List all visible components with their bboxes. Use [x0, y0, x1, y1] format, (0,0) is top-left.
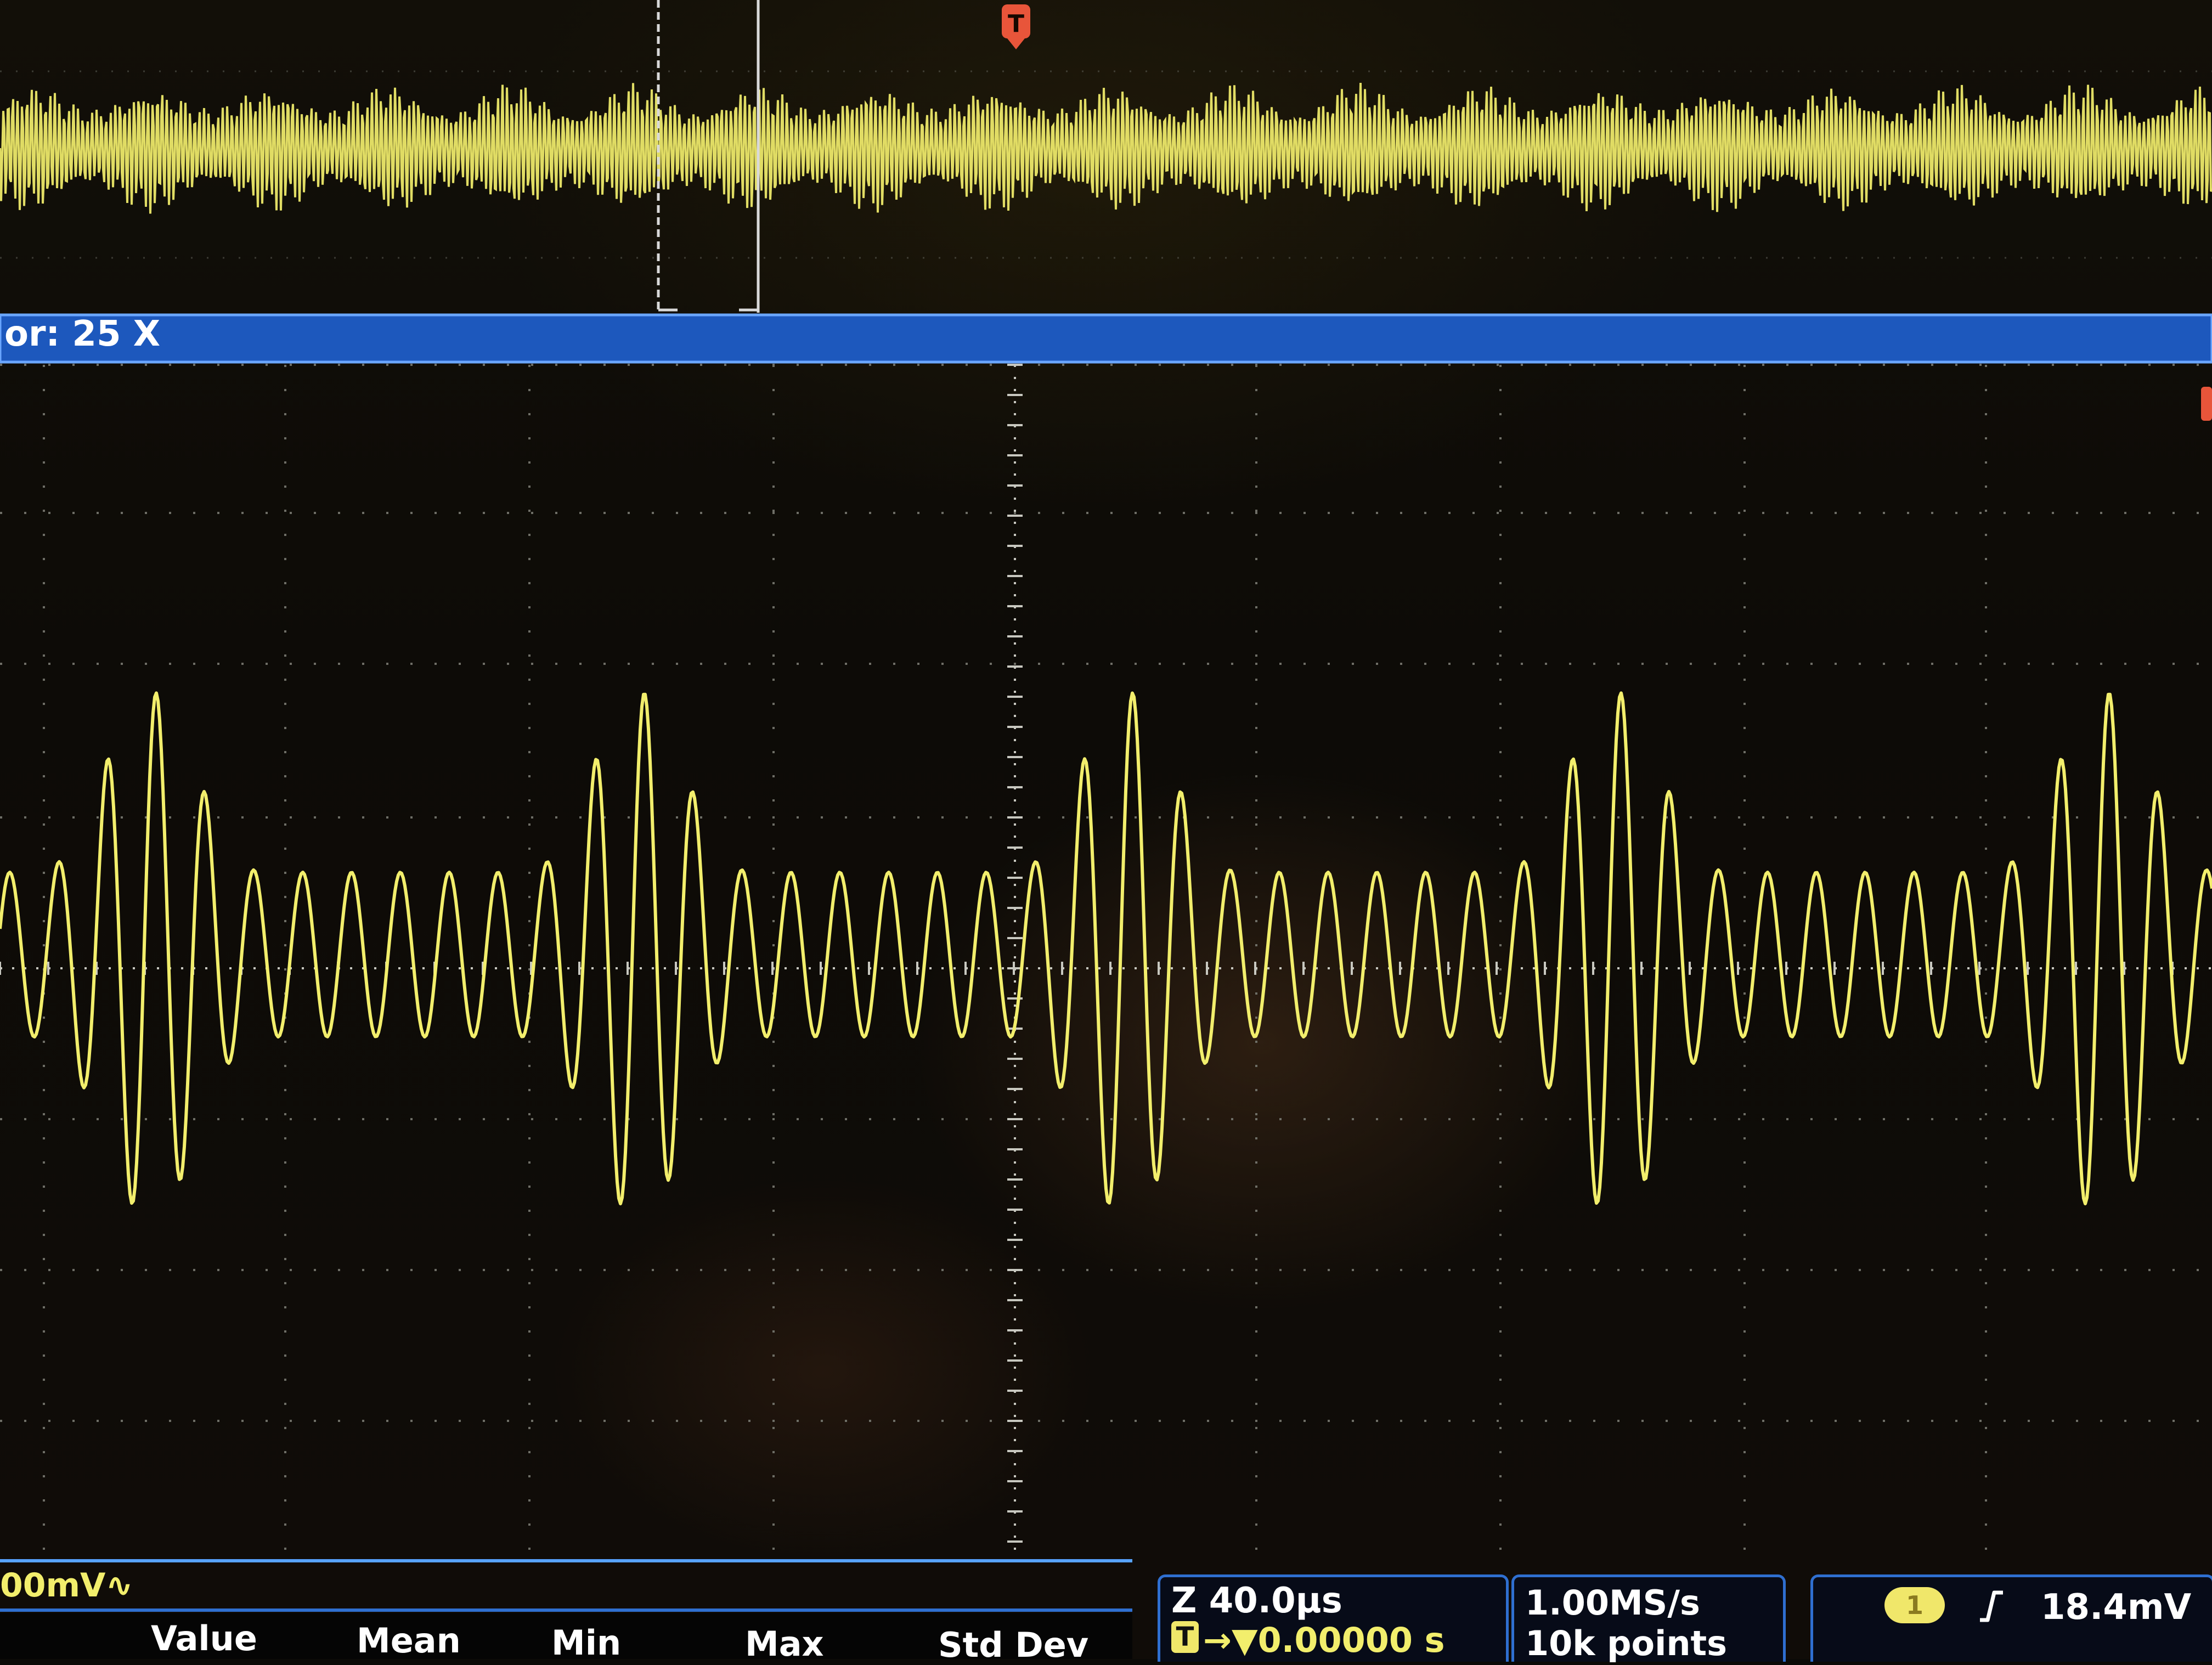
zoom-factor-bar [0, 313, 2212, 364]
measure-col-min: Min [551, 1623, 622, 1663]
channel-scale-label: 00mV∿ [0, 1566, 133, 1605]
measurement-header-row: Value Mean Min Max Std Dev [0, 1613, 1132, 1665]
measure-col-std-dev: Std Dev [938, 1625, 1089, 1665]
record-length-value: 10k points [1525, 1623, 1728, 1663]
trigger-level-marker [2201, 387, 2212, 421]
trigger-readout[interactable]: 1 18.4mV [1810, 1574, 2212, 1662]
bottom-separator [0, 1559, 1132, 1612]
trigger-marker-label: T [1008, 10, 1024, 38]
acquisition-readout[interactable]: 1.00MS/s 10k points [1511, 1574, 1786, 1663]
trigger-level-value: 18.4mV [2041, 1587, 2192, 1628]
trigger-source-badge: 1 [1884, 1587, 1945, 1623]
overview-waveform [0, 82, 2212, 214]
zoom-scale-value: Z 40.0µs [1171, 1581, 1342, 1621]
measure-col-value: Value [151, 1618, 257, 1658]
trigger-badge: T [1171, 1621, 1199, 1653]
oscilloscope-screen: T or: 25 X 00mV∿ Value Mean Min Max Std … [0, 0, 2212, 1665]
trigger-position-marker[interactable]: T [1002, 4, 1030, 49]
measure-col-max: Max [745, 1624, 824, 1664]
sample-rate-value: 1.00MS/s [1525, 1583, 1700, 1623]
channel-scale-readout[interactable]: 00mV∿ [0, 1561, 133, 1610]
rising-edge-icon [1978, 1588, 2005, 1623]
horizontal-position-value: →▼0.00000 s [1203, 1620, 1445, 1660]
horizontal-readout[interactable]: Z 40.0µs T →▼0.00000 s [1158, 1574, 1509, 1662]
zoomed-waveform [0, 691, 2212, 1206]
measure-col-mean: Mean [357, 1621, 461, 1661]
zoom-factor-label: or: 25 X [4, 314, 161, 354]
main-graticule [0, 364, 2212, 1558]
